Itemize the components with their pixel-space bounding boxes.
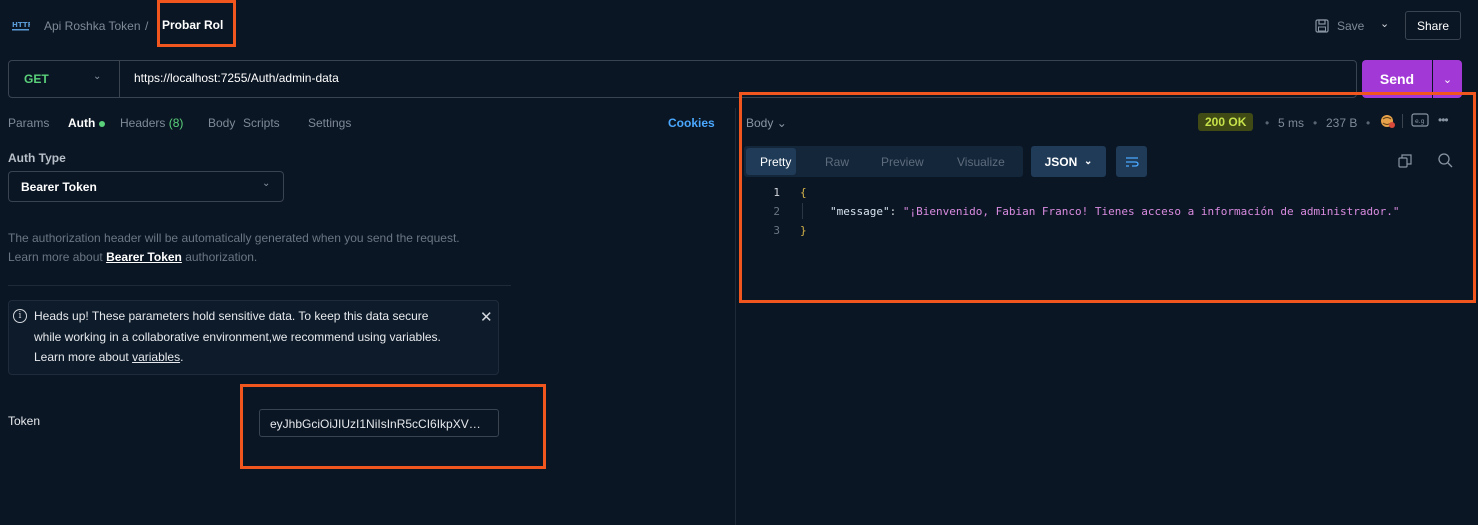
method-select[interactable]: GET [24,72,49,86]
auth-learn-more-suffix: authorization. [181,250,258,264]
breadcrumb-collection[interactable]: Api Roshka Token [44,19,141,33]
auth-active-dot-icon [99,120,106,127]
tab-headers-label: Headers [120,116,166,130]
svg-text:HTTP: HTTP [12,21,30,29]
pane-divider[interactable] [735,108,736,525]
close-icon[interactable]: ✕ [480,308,493,326]
url-divider [119,61,120,97]
warning-learn-more-prefix: Learn more about [34,350,133,364]
breadcrumb-separator: / [145,19,149,33]
save-options-chevron-icon[interactable]: ⌄ [1380,17,1389,30]
variables-link[interactable]: variables [132,350,180,364]
warning-text-line2: while working in a collaborative environ… [34,330,441,344]
tab-auth[interactable]: Auth [68,116,106,130]
auth-type-value: Bearer Token [21,180,97,194]
highlight-box-title [157,0,236,47]
tab-settings[interactable]: Settings [308,116,351,130]
info-icon: i [13,309,27,323]
token-label: Token [8,414,41,428]
tab-auth-label: Auth [68,116,96,130]
warning-text-line3: Learn more about variables. [34,350,183,364]
highlight-box-token [240,384,546,469]
headers-count-badge: (8) [168,116,184,130]
bearer-token-link[interactable]: Bearer Token [106,250,182,264]
section-divider [8,285,511,286]
auth-type-chevron-icon: ⌄ [262,178,271,189]
save-icon[interactable] [1315,19,1329,33]
share-button[interactable]: Share [1405,11,1461,40]
cookies-link[interactable]: Cookies [668,116,715,130]
auth-learn-more-prefix: Learn more about [8,250,107,264]
url-input[interactable]: https://localhost:7255/Auth/admin-data [134,71,339,85]
save-button[interactable]: Save [1337,19,1364,33]
http-icon: HTTP [12,21,30,31]
auth-info-text: The authorization header will be automat… [8,231,460,245]
highlight-box-response [739,92,1476,303]
tab-body[interactable]: Body [208,116,235,130]
tab-params[interactable]: Params [8,116,49,130]
auth-learn-more: Learn more about Bearer Token authorizat… [8,250,257,264]
warning-text-line1: Heads up! These parameters hold sensitiv… [34,309,429,323]
warning-learn-more-suffix: . [180,350,184,364]
tab-headers[interactable]: Headers (8) [120,116,183,130]
auth-type-label: Auth Type [8,151,66,165]
method-chevron-icon[interactable]: ⌄ [93,71,101,82]
tab-scripts[interactable]: Scripts [243,116,280,130]
